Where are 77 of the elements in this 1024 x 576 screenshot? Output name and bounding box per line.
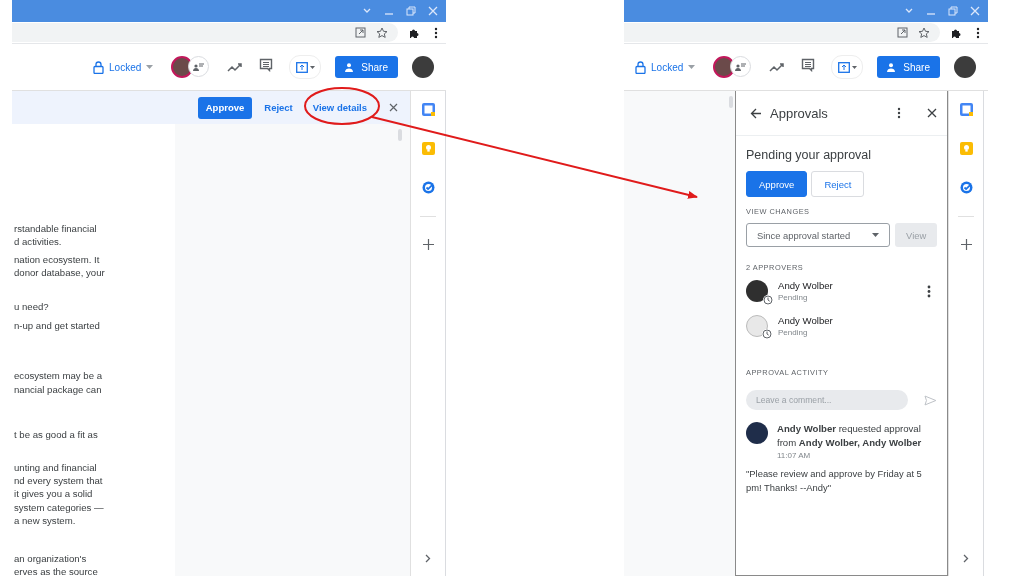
task-check-icon[interactable] — [959, 181, 973, 194]
more-options-icon[interactable] — [434, 26, 438, 39]
trend-line-icon[interactable] — [769, 62, 786, 72]
text-button[interactable]: View details — [304, 96, 375, 119]
caret-icon — [146, 64, 154, 70]
chevron-right-icon[interactable] — [425, 554, 431, 563]
share-button[interactable]: Share — [335, 56, 398, 78]
caret-icon — [851, 65, 857, 69]
document-text-line: unting and financial — [14, 460, 98, 475]
comment-icon[interactable] — [259, 58, 274, 72]
locked-status[interactable]: Locked — [651, 61, 684, 73]
trend-line-icon[interactable] — [227, 62, 244, 72]
clock-icon — [762, 329, 772, 339]
profile-avatar[interactable] — [954, 56, 976, 78]
document-text-line: u need? — [14, 299, 50, 314]
calendar-icon[interactable] — [421, 103, 435, 116]
document-text-line: donor database, your — [14, 266, 106, 280]
document-text-line: nd every system that — [14, 474, 104, 488]
request-message: "Please review and approve by Friday at 5 pm! Thanks! --Andy" — [746, 467, 923, 495]
panel-title: Approvals — [770, 105, 829, 121]
document-text-line: nation ecosystem. It — [14, 252, 101, 267]
document-text-line: d activities. — [14, 235, 63, 249]
document-text-line: ecosystem may be a — [14, 369, 103, 383]
more-options-icon[interactable] — [897, 107, 901, 119]
task-check-icon[interactable] — [421, 181, 435, 194]
share-button[interactable]: Share — [877, 56, 940, 78]
open-in-tab-icon[interactable] — [355, 27, 366, 38]
comment-icon[interactable] — [801, 58, 816, 72]
locked-status[interactable]: Locked — [109, 61, 142, 73]
calendar-icon[interactable] — [959, 103, 973, 116]
activity-text: Andy Wolber requested approval from Andy Wolber, Andy Wolber — [777, 422, 923, 450]
close-icon[interactable] — [389, 103, 398, 112]
approve-button[interactable]: Approve — [746, 171, 808, 197]
open-in-tab-icon[interactable] — [897, 27, 908, 38]
document-text-line: rstandable financial — [14, 222, 98, 236]
more-options-icon[interactable] — [927, 284, 931, 298]
present-button[interactable] — [831, 55, 864, 79]
changes-dropdown[interactable]: Since approval started — [746, 223, 891, 247]
close-icon[interactable] — [927, 108, 937, 118]
document-text-line: it gives you a solid — [14, 487, 94, 501]
document-text-line: n-up and get started — [14, 319, 101, 333]
approver-status: Pending — [778, 293, 809, 302]
present-button[interactable] — [289, 55, 322, 79]
star-icon[interactable] — [918, 26, 930, 39]
avatar — [746, 422, 768, 444]
document-text-line: a new system. — [14, 514, 77, 528]
caret-icon — [688, 64, 696, 70]
document-text-line: t be as good a fit as — [14, 428, 99, 442]
reject-button[interactable]: Reject — [811, 171, 865, 197]
back-arrow-icon[interactable] — [750, 107, 762, 119]
lock-icon — [635, 60, 647, 74]
upload-box-icon — [837, 61, 850, 73]
activity-time: 11:07 AM — [777, 451, 812, 460]
panel-heading: Pending your approval — [746, 148, 873, 162]
approve-button[interactable]: Approve — [197, 96, 253, 119]
text-button[interactable]: Reject — [256, 96, 301, 119]
approver-status: Pending — [778, 328, 809, 337]
star-icon[interactable] — [376, 26, 388, 39]
more-options-icon[interactable] — [976, 26, 980, 39]
add-icon[interactable] — [960, 239, 972, 250]
caret-icon — [872, 232, 880, 238]
document-text-line: erves as the source — [14, 565, 99, 576]
add-icon[interactable] — [422, 239, 434, 250]
upload-box-icon — [295, 61, 308, 73]
approver-name: Andy Wolber — [778, 280, 834, 291]
chevron-right-icon[interactable] — [963, 554, 969, 563]
caret-icon — [309, 65, 315, 69]
document-text-line: system categories — — [14, 500, 105, 515]
lock-icon — [93, 60, 105, 74]
document-text-line: nancial package can — [14, 382, 103, 397]
profile-avatar[interactable] — [412, 56, 434, 78]
approver-name: Andy Wolber — [778, 315, 834, 326]
clock-icon — [763, 295, 773, 305]
document-text-line: an organization's — [14, 551, 88, 566]
anonymous-viewer-icon[interactable] — [188, 56, 210, 77]
comment-field[interactable]: Leave a comment... — [746, 390, 909, 410]
anonymous-viewer-icon[interactable] — [730, 56, 752, 77]
